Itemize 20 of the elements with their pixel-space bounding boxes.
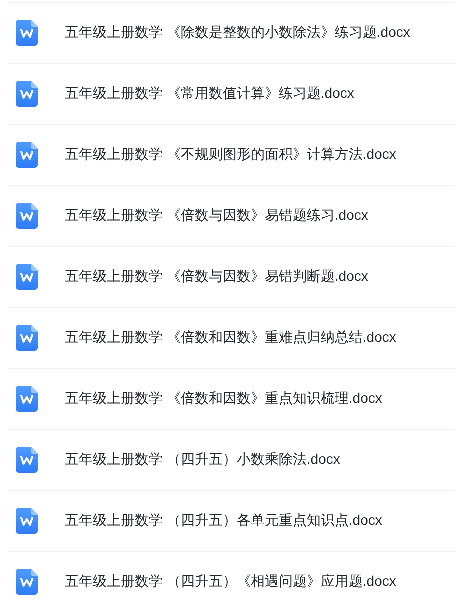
document-icon (16, 569, 38, 595)
document-icon (16, 325, 38, 351)
file-name[interactable]: 五年级上册数学 《不规则图形的面积》计算方法.docx (65, 146, 396, 164)
document-icon (16, 142, 38, 168)
file-name[interactable]: 五年级上册数学 （四升五）各单元重点知识点.docx (65, 512, 382, 530)
file-name[interactable]: 五年级上册数学 （四升五）《相遇问题》应用题.docx (65, 573, 396, 591)
document-icon (16, 386, 38, 412)
file-name[interactable]: 五年级上册数学 《倍数与因数》易错题练习.docx (65, 207, 368, 225)
file-name[interactable]: 五年级上册数学 《常用数值计算》练习题.docx (65, 85, 354, 103)
file-name[interactable]: 五年级上册数学 《倍数与因数》易错判断题.docx (65, 268, 368, 286)
file-name[interactable]: 五年级上册数学 《倍数和因数》重难点归纳总结.docx (65, 329, 396, 347)
file-name[interactable]: 五年级上册数学 《倍数和因数》重点知识梳理.docx (65, 390, 382, 408)
document-icon (16, 20, 38, 46)
document-icon (16, 264, 38, 290)
document-icon (16, 203, 38, 229)
file-name[interactable]: 五年级上册数学 （四升五）小数乘除法.docx (65, 451, 340, 469)
document-icon (16, 81, 38, 107)
document-icon (16, 447, 38, 473)
document-icon (16, 508, 38, 534)
file-name[interactable]: 五年级上册数学 《除数是整数的小数除法》练习题.docx (65, 24, 410, 42)
